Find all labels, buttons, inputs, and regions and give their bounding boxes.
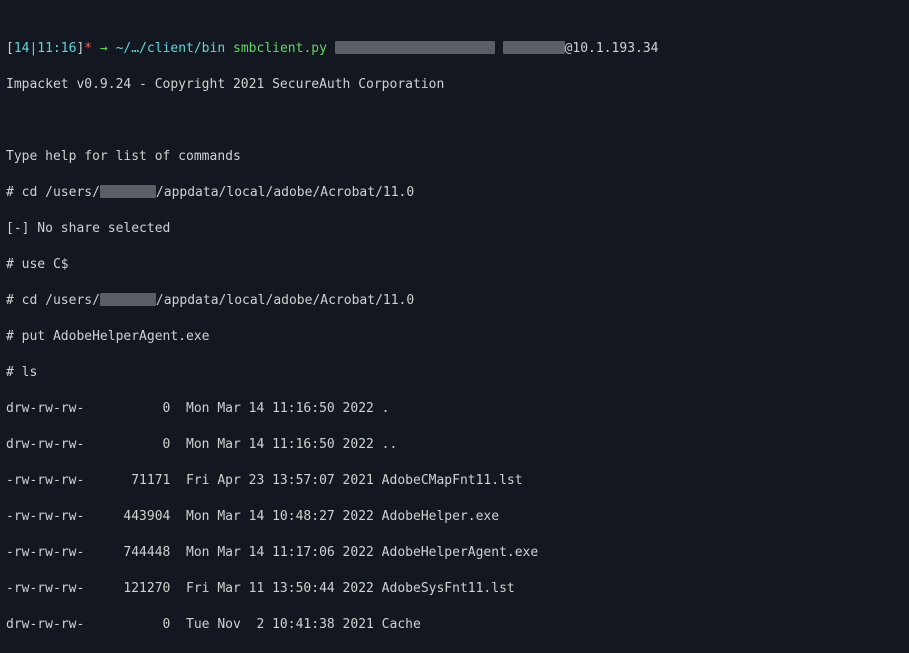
cmd-put: # put AdobeHelperAgent.exe: [6, 328, 903, 346]
shell-prompt-line: [14|11:16]* → ~/…/client/bin smbclient.p…: [6, 40, 903, 58]
ls-entry: -rw-rw-rw- 443904 Mon Mar 14 10:48:27 20…: [6, 508, 903, 526]
cmd-use: # use C$: [6, 256, 903, 274]
cmd-cd: # cd /users//appdata/local/adobe/Acrobat…: [6, 184, 903, 202]
arrow-icon: →: [92, 41, 115, 56]
ls-entry: -rw-rw-rw- 71171 Fri Apr 23 13:57:07 202…: [6, 472, 903, 490]
impacket-banner: Impacket v0.9.24 - Copyright 2021 Secure…: [6, 76, 903, 94]
bracket-open: [: [6, 41, 14, 56]
star-icon: *: [84, 41, 92, 56]
target-ip: 10.1.193.34: [572, 41, 658, 56]
command-name: smbclient.py: [233, 41, 335, 56]
ls-entry: -rw-rw-rw- 744448 Mon Mar 14 11:17:06 20…: [6, 544, 903, 562]
blank-line: [6, 112, 903, 130]
cwd-path: ~/…/client/bin: [116, 41, 233, 56]
prompt-time: 14|11:16: [14, 41, 77, 56]
redacted-arg: [335, 41, 495, 54]
ls-entry: -rw-rw-rw- 121270 Fri Mar 11 13:50:44 20…: [6, 580, 903, 598]
redacted-user: [100, 293, 156, 306]
cmd-ls: # ls: [6, 364, 903, 382]
redacted-arg: [503, 41, 565, 54]
redacted-user: [100, 185, 156, 198]
no-share-msg: [-] No share selected: [6, 220, 903, 238]
terminal[interactable]: [14|11:16]* → ~/…/client/bin smbclient.p…: [0, 0, 909, 653]
cmd-cd: # cd /users//appdata/local/adobe/Acrobat…: [6, 292, 903, 310]
help-hint: Type help for list of commands: [6, 148, 903, 166]
ls-entry: drw-rw-rw- 0 Mon Mar 14 11:16:50 2022 .: [6, 400, 903, 418]
ls-entry: drw-rw-rw- 0 Tue Nov 2 10:41:38 2021 Cac…: [6, 616, 903, 634]
ls-entry: drw-rw-rw- 0 Mon Mar 14 11:16:50 2022 ..: [6, 436, 903, 454]
